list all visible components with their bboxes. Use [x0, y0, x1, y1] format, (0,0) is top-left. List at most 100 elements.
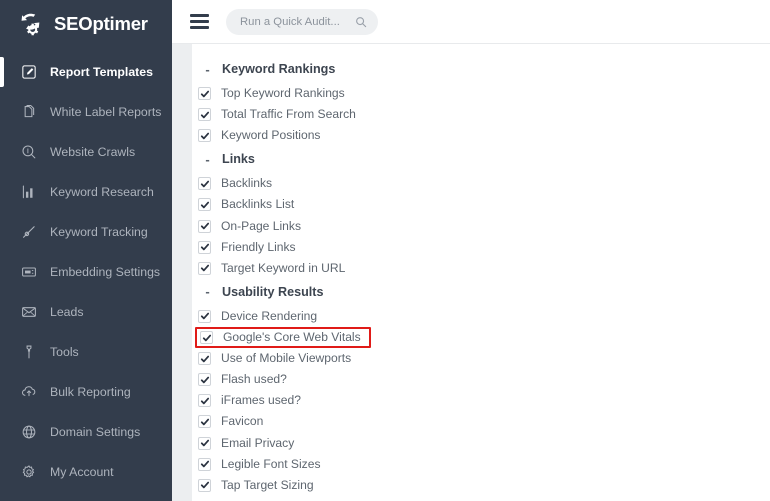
seoptimer-gear-refresh-logo-icon: [18, 11, 45, 38]
checkbox[interactable]: [198, 394, 211, 407]
checkbox[interactable]: [198, 262, 211, 275]
checkbox[interactable]: [198, 373, 211, 386]
envelope-icon: [21, 304, 37, 320]
option-row[interactable]: Friendly Links: [192, 237, 770, 258]
checkbox[interactable]: [198, 437, 211, 450]
sidebar-item-report-templates[interactable]: Report Templates: [0, 52, 172, 92]
checkbox[interactable]: [198, 108, 211, 121]
option-row[interactable]: Backlinks List: [192, 194, 770, 215]
option-row[interactable]: Flash used?: [192, 369, 770, 390]
sidebar-item-keyword-research[interactable]: Keyword Research: [0, 172, 172, 212]
option-row[interactable]: Use of Mobile Viewports: [192, 348, 770, 369]
checkbox[interactable]: [198, 458, 211, 471]
app-root: SEOptimer Report Templates White Label Re…: [0, 0, 770, 501]
sidebar-item-label: Bulk Reporting: [50, 386, 131, 398]
wrench-tool-icon: [21, 344, 37, 360]
option-group: -Usability Results Device Rendering Google…: [192, 279, 770, 496]
sidebar-item-tools[interactable]: Tools: [0, 332, 172, 372]
sidebar-item-domain-settings[interactable]: Domain Settings: [0, 412, 172, 452]
sidebar-item-bulk-reporting[interactable]: Bulk Reporting: [0, 372, 172, 412]
sidebar-item-website-crawls[interactable]: Website Crawls: [0, 132, 172, 172]
search-magnifier-icon: [21, 144, 37, 160]
option-group: -Links Backlinks Backlinks List On-Page Lin…: [192, 146, 770, 279]
sidebar-item-api[interactable]: API: [0, 492, 172, 501]
checkbox[interactable]: [198, 241, 211, 254]
hamburger-bar: [190, 14, 209, 17]
option-label: Use of Mobile Viewports: [221, 351, 351, 366]
group-header-performance-results[interactable]: -Performance Results: [192, 496, 770, 501]
option-row[interactable]: Target Keyword in URL: [192, 258, 770, 279]
globe-icon: [21, 424, 37, 440]
sidebar-item-label: Website Crawls: [50, 146, 135, 158]
report-template-options-panel: -Keyword RankingsTop Keyword RankingsTot…: [192, 44, 770, 501]
sidebar-item-my-account[interactable]: My Account: [0, 452, 172, 492]
option-label: Keyword Positions: [221, 128, 320, 143]
checkbox[interactable]: [198, 177, 211, 190]
checkbox[interactable]: [198, 310, 211, 323]
checkbox[interactable]: [198, 415, 211, 428]
brand-name: SEOptimer: [54, 13, 148, 35]
option-label: Backlinks: [221, 176, 272, 191]
sidebar-item-keyword-tracking[interactable]: Keyword Tracking: [0, 212, 172, 252]
group-header-links[interactable]: -Links: [192, 146, 770, 173]
option-row[interactable]: Tap Target Sizing: [192, 475, 770, 496]
checkbox[interactable]: [198, 220, 211, 233]
option-label: iFrames used?: [221, 393, 301, 408]
option-row[interactable]: Keyword Positions: [192, 125, 770, 146]
edit-square-icon: [21, 64, 37, 80]
sidebar-item-label: Domain Settings: [50, 426, 140, 438]
sidebar: SEOptimer Report Templates White Label Re…: [0, 0, 172, 501]
brand[interactable]: SEOptimer: [0, 0, 172, 48]
sidebar-item-white-label-reports[interactable]: White Label Reports: [0, 92, 172, 132]
option-row[interactable]: Top Keyword Rankings: [192, 83, 770, 104]
quick-audit-search[interactable]: [226, 9, 378, 35]
content-wrap: -Keyword RankingsTop Keyword RankingsTot…: [172, 44, 770, 501]
hamburger-menu-icon[interactable]: [190, 14, 209, 29]
documents-copy-icon: [21, 104, 37, 120]
topbar: [172, 0, 770, 44]
bar-chart-icon: [21, 184, 37, 200]
sidebar-item-label: White Label Reports: [50, 106, 161, 118]
gear-icon: [21, 464, 37, 480]
cloud-upload-icon: [21, 384, 37, 400]
option-label: Device Rendering: [221, 309, 317, 324]
checkbox[interactable]: [198, 129, 211, 142]
sidebar-item-label: Leads: [50, 306, 84, 318]
collapse-toggle-icon[interactable]: -: [204, 153, 211, 166]
option-label: Friendly Links: [221, 240, 296, 255]
sidebar-item-label: My Account: [50, 466, 114, 478]
checkbox[interactable]: [200, 331, 213, 344]
collapse-toggle-icon[interactable]: -: [204, 63, 211, 76]
sidebar-item-embedding-settings[interactable]: Embedding Settings: [0, 252, 172, 292]
option-label: Backlinks List: [221, 197, 294, 212]
option-row[interactable]: On-Page Links: [192, 216, 770, 237]
search-icon[interactable]: [355, 16, 367, 28]
option-row[interactable]: Email Privacy: [192, 433, 770, 454]
right-pane: -Keyword RankingsTop Keyword RankingsTot…: [172, 0, 770, 501]
option-label: Favicon: [221, 414, 263, 429]
option-group: -Performance ResultsPage Speed: [192, 496, 770, 501]
checkbox[interactable]: [198, 87, 211, 100]
option-row[interactable]: Legible Font Sizes: [192, 454, 770, 475]
checkbox[interactable]: [198, 479, 211, 492]
checkbox[interactable]: [198, 352, 211, 365]
group-header-usability-results[interactable]: -Usability Results: [192, 279, 770, 306]
sidebar-item-leads[interactable]: Leads: [0, 292, 172, 332]
collapse-toggle-icon[interactable]: -: [204, 285, 211, 298]
sidebar-item-label: Report Templates: [50, 66, 153, 78]
option-label: Flash used?: [221, 372, 287, 387]
checkbox[interactable]: [198, 198, 211, 211]
group-title: Links: [222, 152, 255, 166]
option-row[interactable]: Device Rendering: [192, 306, 770, 327]
option-row[interactable]: Total Traffic From Search: [192, 104, 770, 125]
option-label: Legible Font Sizes: [221, 457, 321, 472]
group-title: Keyword Rankings: [222, 62, 335, 76]
option-row[interactable]: Favicon: [192, 411, 770, 432]
option-label: On-Page Links: [221, 219, 301, 234]
option-row[interactable]: iFrames used?: [192, 390, 770, 411]
embed-window-icon: [21, 264, 37, 280]
option-row[interactable]: Backlinks: [192, 173, 770, 194]
option-row-highlighted[interactable]: Google's Core Web Vitals: [195, 327, 371, 348]
group-header-keyword-rankings[interactable]: -Keyword Rankings: [192, 56, 770, 83]
option-label: Target Keyword in URL: [221, 261, 345, 276]
